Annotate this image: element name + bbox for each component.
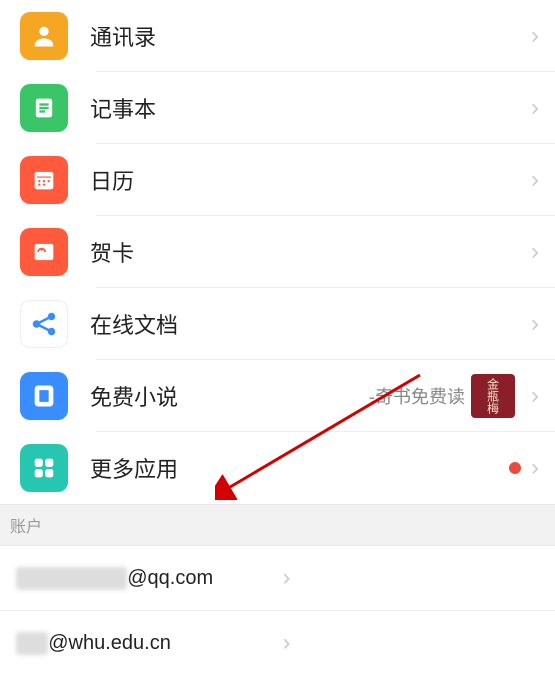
chevron-right-icon: › [531,454,539,482]
menu-label: 免费小说 [90,380,369,412]
menu-item-calendar[interactable]: 日历 › [0,144,555,216]
chevron-right-icon: › [531,238,539,266]
account-email: 1234567890@qq.com [16,567,273,590]
menu-item-online-docs[interactable]: 在线文档 › [0,288,555,360]
chevron-right-icon: › [531,310,539,338]
note-icon [20,84,68,132]
grid-icon [20,444,68,492]
chevron-right-icon: › [531,382,539,410]
masked-text: abc [16,632,48,655]
menu-label: 更多应用 [90,452,509,484]
share-icon [20,300,68,348]
menu-label: 记事本 [90,92,521,124]
menu-item-free-novels[interactable]: 免费小说 -奇书免费读 金瓶梅 › [0,360,555,432]
account-email: abc@whu.edu.cn [16,632,273,655]
menu-label: 贺卡 [90,236,521,268]
novel-promo: -奇书免费读 金瓶梅 [369,374,515,418]
account-item-whu[interactable]: abc@whu.edu.cn › [0,611,555,675]
chevron-right-icon: › [283,564,540,592]
masked-text: 1234567890 [16,567,127,590]
menu-label: 在线文档 [90,308,521,340]
chevron-right-icon: › [531,22,539,50]
card-icon [20,228,68,276]
calendar-icon [20,156,68,204]
email-suffix: @qq.com [127,567,213,589]
account-item-qq[interactable]: 1234567890@qq.com › [0,546,555,611]
menu-label: 日历 [90,164,521,196]
chevron-right-icon: › [531,94,539,122]
promo-thumbnail: 金瓶梅 [471,374,515,418]
book-icon [20,372,68,420]
notification-dot [509,462,521,474]
menu-item-more-apps[interactable]: 更多应用 › [0,432,555,504]
email-suffix: @whu.edu.cn [48,632,171,654]
menu-item-greeting-card[interactable]: 贺卡 › [0,216,555,288]
menu-item-contacts[interactable]: 通讯录 › [0,0,555,72]
chevron-right-icon: › [531,166,539,194]
contacts-icon [20,12,68,60]
menu-item-notes[interactable]: 记事本 › [0,72,555,144]
accounts-section-header: 账户 [0,504,555,546]
menu-label: 通讯录 [90,20,521,52]
chevron-right-icon: › [283,629,540,657]
promo-text: -奇书免费读 [369,383,465,409]
app-menu-list: 通讯录 › 记事本 › 日历 › 贺卡 › 在线文档 › [0,0,555,504]
